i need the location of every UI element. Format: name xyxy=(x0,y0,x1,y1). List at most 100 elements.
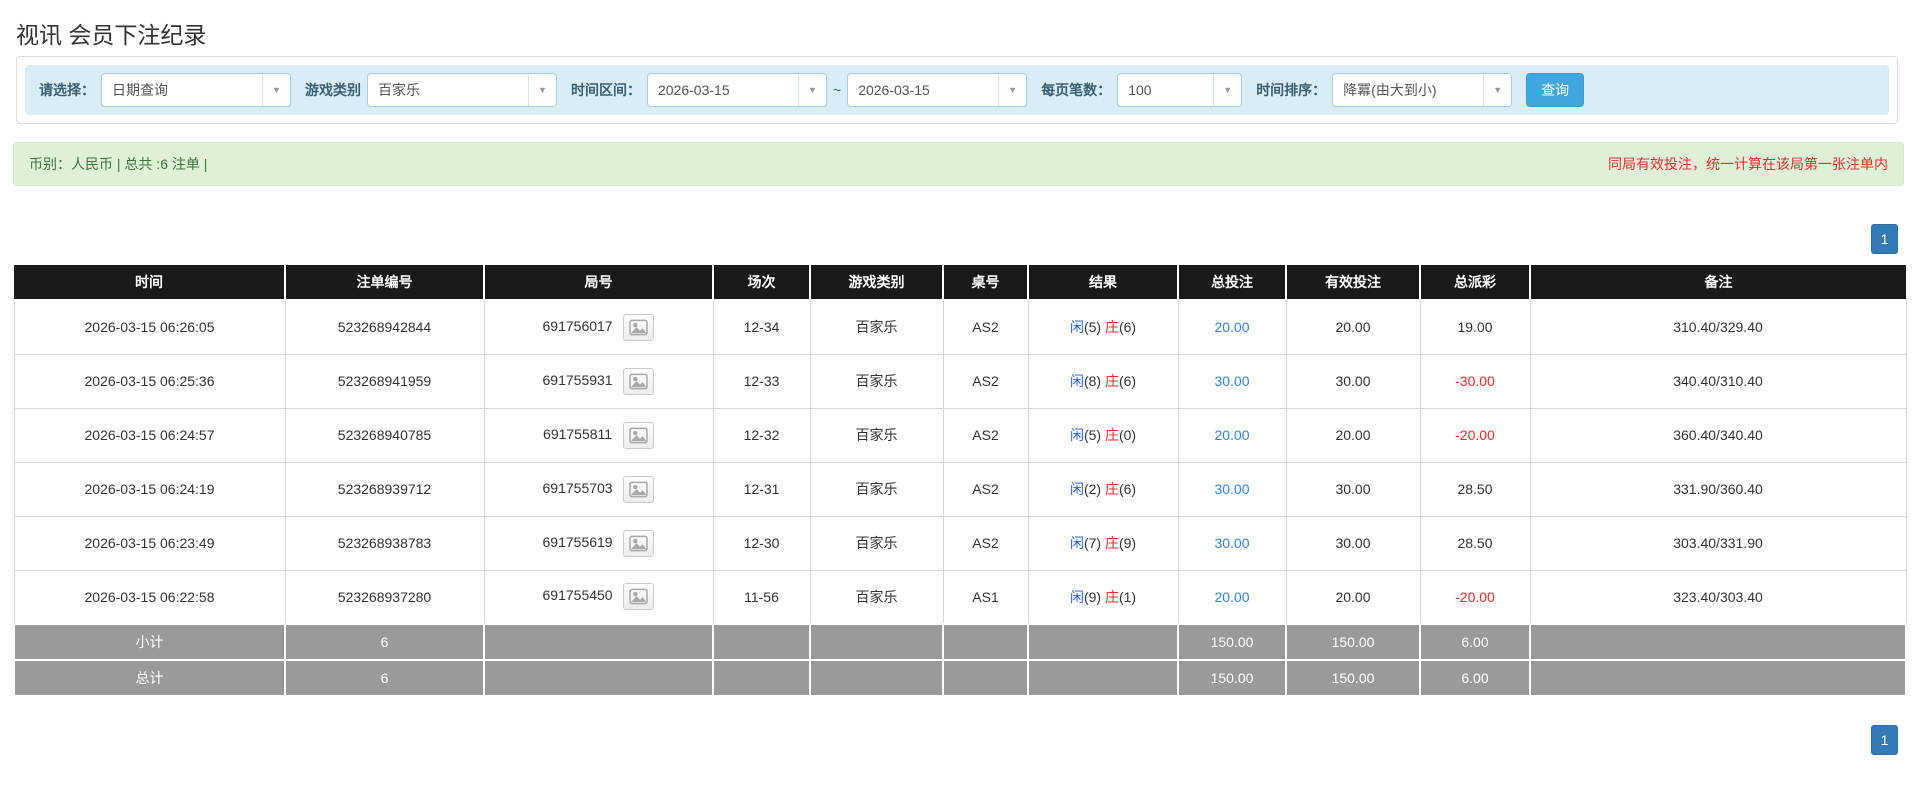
valid-bet-cell: 20.00 xyxy=(1285,407,1421,463)
total-bet-link[interactable]: 20.00 xyxy=(1214,589,1249,605)
payout-sum-cell: 6.00 xyxy=(1419,623,1531,661)
query-type-value: 日期查询 xyxy=(112,82,168,98)
total-bet-cell: 30.00 xyxy=(1177,515,1287,571)
chevron-down-icon[interactable]: ▼ xyxy=(998,74,1027,106)
round-video-icon[interactable] xyxy=(623,475,655,503)
column-header: 有效投注 xyxy=(1286,265,1421,301)
page-title: 视讯 会员下注纪录 xyxy=(16,22,207,48)
empty-cell xyxy=(809,659,944,697)
date-from-select[interactable]: 2026-03-15 ▼ xyxy=(647,73,827,107)
pagination-bottom: 1 xyxy=(0,725,1898,755)
total-bet-cell: 30.00 xyxy=(1177,353,1287,409)
round-video-icon[interactable] xyxy=(623,313,655,341)
column-header: 结果 xyxy=(1028,265,1179,301)
chevron-down-icon[interactable]: ▼ xyxy=(1213,74,1242,106)
banker-result-value: (9) xyxy=(1118,535,1137,551)
payout-cell: -30.00 xyxy=(1419,353,1531,409)
filter-panel: 请选择： 日期查询 ▼ 游戏类别 百家乐 ▼ 时间区间： 2026-03-15 … xyxy=(16,56,1898,124)
page-size-select[interactable]: 100 ▼ xyxy=(1117,73,1243,107)
banker-result-label: 庄 xyxy=(1104,481,1119,497)
game-type-cell: 百家乐 xyxy=(809,353,944,409)
round-id-cell: 691755619 xyxy=(483,515,714,571)
round-video-icon[interactable] xyxy=(623,529,655,557)
payout-cell: 28.50 xyxy=(1419,515,1531,571)
round-id: 691755703 xyxy=(542,479,613,496)
total-bet-link[interactable]: 20.00 xyxy=(1214,427,1249,443)
table-row: 2026-03-15 06:24:19 523268939712 691755703… xyxy=(13,461,1907,517)
sort-value: 降冪(由大到小) xyxy=(1343,82,1437,98)
valid-bet-sum-cell: 150.00 xyxy=(1285,623,1421,661)
page-1-button[interactable]: 1 xyxy=(1871,725,1898,755)
pagination-top: 1 xyxy=(0,224,1898,254)
round-id: 691755450 xyxy=(542,587,613,604)
date-to-select[interactable]: 2026-03-15 ▼ xyxy=(847,73,1028,107)
banker-result-value: (6) xyxy=(1118,481,1137,497)
payout-sum-cell: 6.00 xyxy=(1419,659,1531,697)
query-type-select[interactable]: 日期查询 ▼ xyxy=(101,73,291,107)
chevron-down-icon[interactable]: ▼ xyxy=(798,74,826,106)
session-cell: 12-30 xyxy=(712,515,811,571)
remark-cell: 303.40/331.90 xyxy=(1529,515,1907,571)
round-video-icon[interactable] xyxy=(623,367,655,395)
total-bet-link[interactable]: 30.00 xyxy=(1214,373,1249,389)
round-id-cell: 691755703 xyxy=(483,461,714,517)
remark-cell: 310.40/329.40 xyxy=(1529,299,1907,355)
result-cell: 闲(7) 庄(9) xyxy=(1027,515,1179,571)
player-result-value: (5) xyxy=(1083,427,1105,443)
column-header: 桌号 xyxy=(943,265,1029,301)
tilde-separator: ~ xyxy=(833,82,842,98)
round-id: 691755811 xyxy=(543,425,613,442)
table-row: 2026-03-15 06:25:36 523268941959 691755931… xyxy=(13,353,1907,409)
chevron-down-icon[interactable]: ▼ xyxy=(528,74,556,106)
total-bet-cell: 30.00 xyxy=(1177,461,1287,517)
summary-label-cell: 小计 xyxy=(13,623,286,661)
table-no-cell: AS2 xyxy=(942,353,1029,409)
empty-cell xyxy=(1529,659,1907,697)
column-header: 场次 xyxy=(713,265,811,301)
bet-id-cell: 523268938783 xyxy=(284,515,485,571)
player-result-label: 闲 xyxy=(1069,373,1084,389)
chevron-down-icon[interactable]: ▼ xyxy=(1483,74,1512,106)
count-cell: 6 xyxy=(284,659,485,697)
game-type-cell: 百家乐 xyxy=(809,569,944,625)
valid-bet-cell: 30.00 xyxy=(1285,353,1421,409)
valid-bet-cell: 20.00 xyxy=(1285,299,1421,355)
total-bet-sum-cell: 150.00 xyxy=(1177,623,1287,661)
bet-records-table: 时间 注单编号 局号 场次 游戏类别 桌号 结果 总投注 有效投注 总派彩 备注 2026-03-1… xyxy=(13,265,1907,697)
total-row: 总计 6 150.00 150.00 6.00 xyxy=(13,659,1907,697)
bet-id-cell: 523268941959 xyxy=(284,353,485,409)
filter-bar: 请选择： 日期查询 ▼ 游戏类别 百家乐 ▼ 时间区间： 2026-03-15 … xyxy=(25,65,1889,115)
round-video-icon[interactable] xyxy=(623,583,655,611)
table-row: 2026-03-15 06:26:05 523268942844 691756017… xyxy=(13,299,1907,355)
table-header-row: 时间 注单编号 局号 场次 游戏类别 桌号 结果 总投注 有效投注 总派彩 备注 xyxy=(14,265,1906,301)
query-type-label: 请选择： xyxy=(39,82,95,98)
time-cell: 2026-03-15 06:26:05 xyxy=(13,299,286,355)
game-type-select[interactable]: 百家乐 ▼ xyxy=(367,73,557,107)
banker-result-value: (6) xyxy=(1118,319,1137,336)
summary-label-cell: 总计 xyxy=(13,659,286,697)
player-result-value: (7) xyxy=(1083,535,1105,551)
search-button[interactable]: 查询 xyxy=(1526,73,1585,107)
game-type-label: 游戏类别 xyxy=(305,82,361,98)
bet-id-cell: 523268940785 xyxy=(284,407,485,463)
result-cell: 闲(5) 庄(0) xyxy=(1027,407,1179,463)
empty-cell xyxy=(942,623,1029,661)
round-video-icon[interactable] xyxy=(622,421,654,449)
chevron-down-icon[interactable]: ▼ xyxy=(262,74,290,106)
total-bet-cell: 20.00 xyxy=(1177,569,1287,625)
banker-result-label: 庄 xyxy=(1104,427,1119,443)
page-1-button[interactable]: 1 xyxy=(1871,224,1898,254)
payout-cell: -20.00 xyxy=(1419,569,1531,625)
sort-select[interactable]: 降冪(由大到小) ▼ xyxy=(1332,73,1513,107)
banker-result-label: 庄 xyxy=(1104,373,1119,389)
total-bet-link[interactable]: 20.00 xyxy=(1214,319,1249,335)
sort-label: 时间排序： xyxy=(1256,82,1327,98)
total-bet-cell: 20.00 xyxy=(1177,407,1287,463)
payout-cell: -20.00 xyxy=(1419,407,1531,463)
session-cell: 11-56 xyxy=(712,569,811,625)
total-bet-link[interactable]: 30.00 xyxy=(1214,481,1249,497)
round-id: 691756017 xyxy=(542,317,613,334)
bet-id-cell: 523268937280 xyxy=(284,569,485,625)
total-bet-link[interactable]: 30.00 xyxy=(1214,535,1249,551)
session-cell: 12-31 xyxy=(712,461,811,517)
